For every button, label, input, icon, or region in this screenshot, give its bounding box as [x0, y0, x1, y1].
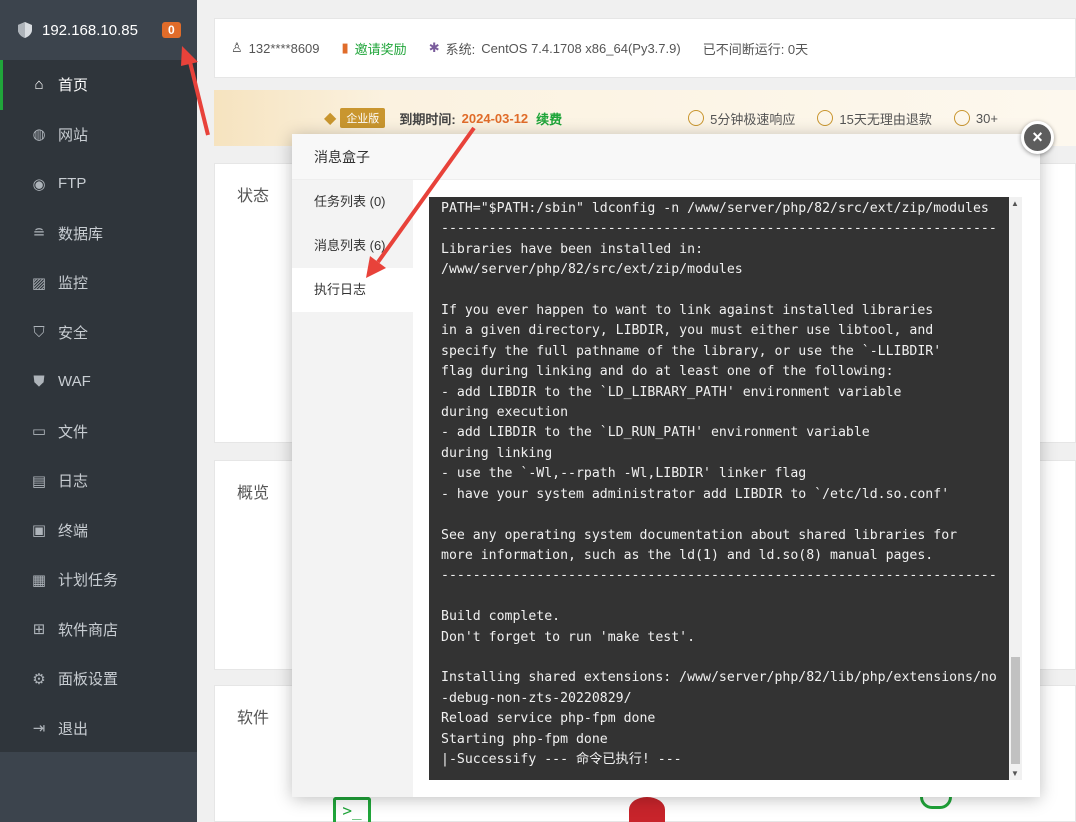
server-ip: 192.168.10.85 — [42, 21, 138, 39]
gear-icon: ⚙ — [32, 670, 46, 688]
sidebar-item-cron[interactable]: ▦ 计划任务 — [0, 555, 197, 605]
shield-icon: ⛉ — [33, 323, 45, 341]
sidebar-item-logs[interactable]: ▤ 日志 — [0, 456, 197, 506]
sidebar-header: 192.168.10.85 0 — [0, 0, 197, 60]
sidebar-item-monitor[interactable]: ▨ 监控 — [0, 258, 197, 308]
sidebar-menu: ⌂ 首页 ◍ 网站 ◉ FTP ≘ 数据库 ▨ 监控 ⛉ 安全 ⛊ WAF ▭ 文件 ▤ 日志 ▣… — [0, 60, 197, 753]
tab-task-list[interactable]: 任务列表 (0) — [292, 180, 413, 224]
execution-log-output[interactable]: PATH="$PATH:/sbin" ldconfig -n /www/serv… — [429, 197, 1022, 780]
sidebar-item-home[interactable]: ⌂ 首页 — [0, 60, 197, 110]
redis-app-icon[interactable] — [629, 797, 665, 822]
monitor-icon: ▨ — [31, 274, 47, 292]
server-icon — [16, 21, 34, 39]
uptime: 已不间断运行: 0天 — [702, 41, 809, 57]
gift-icon: ▮ — [341, 40, 349, 55]
dialog-tabs: 任务列表 (0) 消息列表 (6) 执行日志 — [292, 180, 413, 797]
terminal-app-icon[interactable]: >_ — [333, 797, 371, 822]
log-icon: ▤ — [31, 472, 47, 490]
sidebar-item-logout[interactable]: ⇥ 退出 — [0, 704, 197, 754]
logout-icon: ⇥ — [32, 720, 46, 738]
database-icon: ≘ — [32, 225, 46, 243]
sidebar-item-website[interactable]: ◍ 网站 — [0, 110, 197, 160]
tab-message-list[interactable]: 消息列表 (6) — [292, 224, 413, 268]
scroll-up-icon[interactable]: ▲ — [1011, 199, 1019, 208]
system-info: ✱ 系统: CentOS 7.4.1708 x86_64(Py3.7.9) — [428, 40, 681, 57]
log-scrollbar[interactable]: ▲ ▼ — [1009, 197, 1022, 780]
support-icon — [953, 110, 970, 126]
waf-shield-icon: ⛊ — [33, 373, 45, 391]
feature-refund: 15天无理由退款 — [817, 109, 932, 128]
clock-icon — [688, 110, 705, 126]
folder-icon: ▭ — [31, 423, 47, 441]
system-icon: ✱ — [428, 40, 440, 55]
expire-date: 2024-03-12 — [461, 110, 529, 126]
sidebar-item-store[interactable]: ⊞ 软件商店 — [0, 605, 197, 655]
status-heading: 状态 — [237, 188, 270, 205]
terminal-icon: ▣ — [31, 522, 47, 540]
overview-heading: 概览 — [237, 485, 270, 502]
sidebar-item-files[interactable]: ▭ 文件 — [0, 407, 197, 457]
user-account[interactable]: ♙ 132****8609 — [231, 40, 320, 56]
sidebar-item-settings[interactable]: ⚙ 面板设置 — [0, 654, 197, 704]
home-icon: ⌂ — [34, 76, 44, 94]
user-icon: ♙ — [231, 40, 243, 55]
dialog-title: 消息盒子 — [292, 134, 1040, 180]
apps-icon: ⊞ — [32, 621, 46, 639]
tab-execution-log[interactable]: 执行日志 — [292, 268, 413, 312]
renew-link[interactable]: 续费 — [536, 109, 562, 128]
message-box-dialog: 消息盒子 任务列表 (0) 消息列表 (6) 执行日志 PATH="$PATH:… — [292, 134, 1040, 797]
expire-label: 到期时间: — [399, 111, 456, 127]
calendar-icon: ▦ — [31, 571, 47, 589]
feature-more: 30+ — [953, 110, 998, 126]
scroll-down-icon[interactable]: ▼ — [1011, 769, 1019, 778]
sidebar-item-waf[interactable]: ⛊ WAF — [0, 357, 197, 407]
software-heading: 软件 — [237, 710, 270, 727]
invite-reward-link[interactable]: ▮ 邀请奖励 — [342, 39, 407, 58]
close-icon[interactable]: × — [1021, 121, 1054, 154]
sidebar-item-database[interactable]: ≘ 数据库 — [0, 209, 197, 259]
sidebar: 192.168.10.85 0 ⌂ 首页 ◍ 网站 ◉ FTP ≘ 数据库 ▨ 监控 ⛉ 安… — [0, 0, 197, 822]
scrollbar-thumb[interactable] — [1011, 657, 1020, 764]
globe-icon: ◍ — [32, 126, 46, 144]
feature-fast-response: 5分钟极速响应 — [688, 109, 795, 128]
sidebar-item-terminal[interactable]: ▣ 终端 — [0, 506, 197, 556]
edition-badge: 企业版 — [340, 108, 386, 128]
sidebar-item-ftp[interactable]: ◉ FTP — [0, 159, 197, 209]
diamond-icon: ◆ — [324, 110, 337, 127]
sidebar-footer — [0, 752, 197, 822]
top-info-bar: ♙ 132****8609 ▮ 邀请奖励 ✱ 系统: CentOS 7.4.1708 x… — [214, 18, 1076, 78]
ftp-icon: ◉ — [32, 175, 46, 193]
sidebar-item-security[interactable]: ⛉ 安全 — [0, 308, 197, 358]
message-count-badge[interactable]: 0 — [161, 22, 181, 38]
refund-icon — [817, 110, 834, 126]
